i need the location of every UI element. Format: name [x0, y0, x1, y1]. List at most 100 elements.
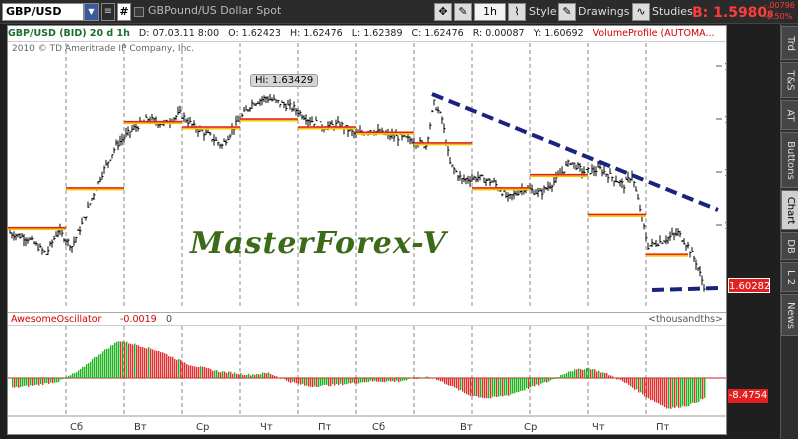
oscillator-bar	[148, 347, 150, 378]
symbol-menu-icon[interactable]: ≡	[101, 3, 115, 21]
side-tab-buttons[interactable]: Buttons	[781, 132, 798, 188]
oscillator-bar	[610, 375, 612, 378]
side-tab-db[interactable]: DB	[781, 232, 798, 260]
side-tab-t-s[interactable]: T&S	[781, 62, 798, 98]
oscillator-bar	[60, 378, 62, 380]
side-tab-news[interactable]: News	[781, 294, 798, 336]
oscillator-bar	[354, 378, 356, 384]
oscillator-histogram	[12, 341, 706, 409]
oscillator-bar	[470, 378, 472, 397]
oscillator-bar	[530, 378, 532, 388]
support-trendline[interactable]	[651, 286, 721, 292]
oscillator-bar	[596, 371, 598, 378]
drawings-icon[interactable]: ✎	[558, 3, 576, 21]
oscillator-bar	[700, 378, 702, 400]
oscillator-bar	[70, 375, 72, 378]
chart-panel[interactable]: GBP/USD (BID) 20 d 1h D: 07.03.11 8:00 O…	[7, 25, 770, 435]
descending-trendline[interactable]	[431, 92, 719, 212]
oscillator-bar	[446, 378, 448, 385]
oscillator-bar	[86, 364, 88, 378]
oscillator-bar	[458, 378, 460, 391]
oscillator-bar	[174, 358, 176, 378]
oscillator-bar	[638, 378, 640, 393]
oscillator-bar	[106, 348, 108, 378]
oscillator-bar	[314, 378, 316, 387]
oscillator-bar	[282, 378, 284, 379]
oscillator-bar	[306, 378, 308, 386]
oscillator-bar	[460, 378, 462, 390]
oscillator-bar	[486, 378, 488, 399]
oscillator-bar	[404, 378, 406, 381]
studies-icon[interactable]: ∿	[632, 3, 650, 21]
oscillator-bar	[268, 372, 270, 378]
side-tab-at[interactable]: AT	[781, 100, 798, 130]
oscillator-bar	[272, 374, 274, 378]
oscillator-bar	[200, 366, 202, 378]
oscillator-bar	[56, 378, 58, 383]
oscillator-bar	[524, 378, 526, 391]
oscillator-bar	[540, 378, 542, 384]
pencil-icon[interactable]: ✎	[454, 3, 472, 21]
oscillator-bar	[220, 372, 222, 378]
side-tab-trd[interactable]: Trd	[781, 26, 798, 60]
oscillator-name[interactable]: AwesomeOscillator	[11, 313, 101, 326]
oscillator-bar	[548, 378, 550, 382]
oscillator-bar	[206, 367, 208, 378]
oscillator-bar	[642, 378, 644, 395]
oscillator-bar	[226, 372, 228, 378]
symbol-dropdown-icon[interactable]: ▼	[84, 3, 99, 21]
side-tab-l-2[interactable]: L 2	[781, 262, 798, 292]
oscillator-bar	[562, 374, 564, 378]
oscillator-bar	[478, 378, 480, 398]
chart-toolbar: GBP/USD ▼ ≡ # GBPound/US Dollar Spot ✥ ✎…	[0, 0, 798, 24]
oscillator-bar	[348, 378, 350, 384]
oscillator-bar	[262, 372, 264, 378]
oscillator-bar	[592, 369, 594, 378]
symbol-input[interactable]: GBP/USD	[2, 3, 84, 21]
oscillator-bar	[228, 371, 230, 378]
oscillator-bar	[632, 378, 634, 388]
oscillator-bar	[218, 371, 220, 378]
oscillator-bar	[238, 374, 240, 378]
oscillator-bar	[512, 378, 514, 394]
oscillator-bar	[532, 378, 534, 386]
symbol-hash-button[interactable]: #	[117, 3, 131, 21]
oscillator-bar	[394, 378, 396, 382]
oscillator-bar	[472, 378, 474, 397]
oscillator-bar	[176, 359, 178, 378]
oscillator-bar	[694, 378, 696, 403]
style-menu[interactable]: Style	[529, 3, 557, 21]
last-price-flag: 1.60282	[728, 278, 770, 293]
oscillator-bar	[616, 378, 618, 380]
description-icon	[134, 7, 144, 17]
timeframe-button[interactable]: 1h	[474, 3, 506, 21]
side-tab-chart[interactable]: Chart	[781, 190, 798, 230]
oscillator-bar	[574, 369, 576, 378]
oscillator-bar	[492, 378, 494, 397]
oscillator-bar	[534, 378, 536, 387]
oscillator-bar	[338, 378, 340, 386]
chart-type-icon[interactable]: ⌇	[508, 3, 526, 21]
oscillator-bar	[64, 378, 66, 379]
oscillator-bar	[202, 366, 204, 378]
oscillator-bar	[520, 378, 522, 391]
crosshair-icon[interactable]: ✥	[434, 3, 452, 21]
oscillator-bar	[294, 378, 296, 383]
oscillator-unit: <thousandths>	[648, 314, 724, 325]
studies-menu[interactable]: Studies	[652, 3, 693, 21]
oscillator-bar	[636, 378, 638, 390]
drawings-menu[interactable]: Drawings	[578, 3, 629, 21]
trendlines	[431, 92, 721, 292]
oscillator-bar	[374, 378, 376, 381]
oscillator-bar	[12, 378, 14, 388]
oscillator-bar	[624, 378, 626, 383]
oscillator-bar	[114, 342, 116, 378]
oscillator-bar	[214, 370, 216, 378]
oscillator-bar	[494, 378, 496, 397]
oscillator-bar	[378, 378, 380, 382]
oscillator-value: -0.0019	[120, 314, 157, 325]
oscillator-bar	[670, 378, 672, 409]
oscillator-bar	[552, 378, 554, 380]
oscillator-bar	[678, 378, 680, 408]
oscillator-bar	[508, 378, 510, 396]
